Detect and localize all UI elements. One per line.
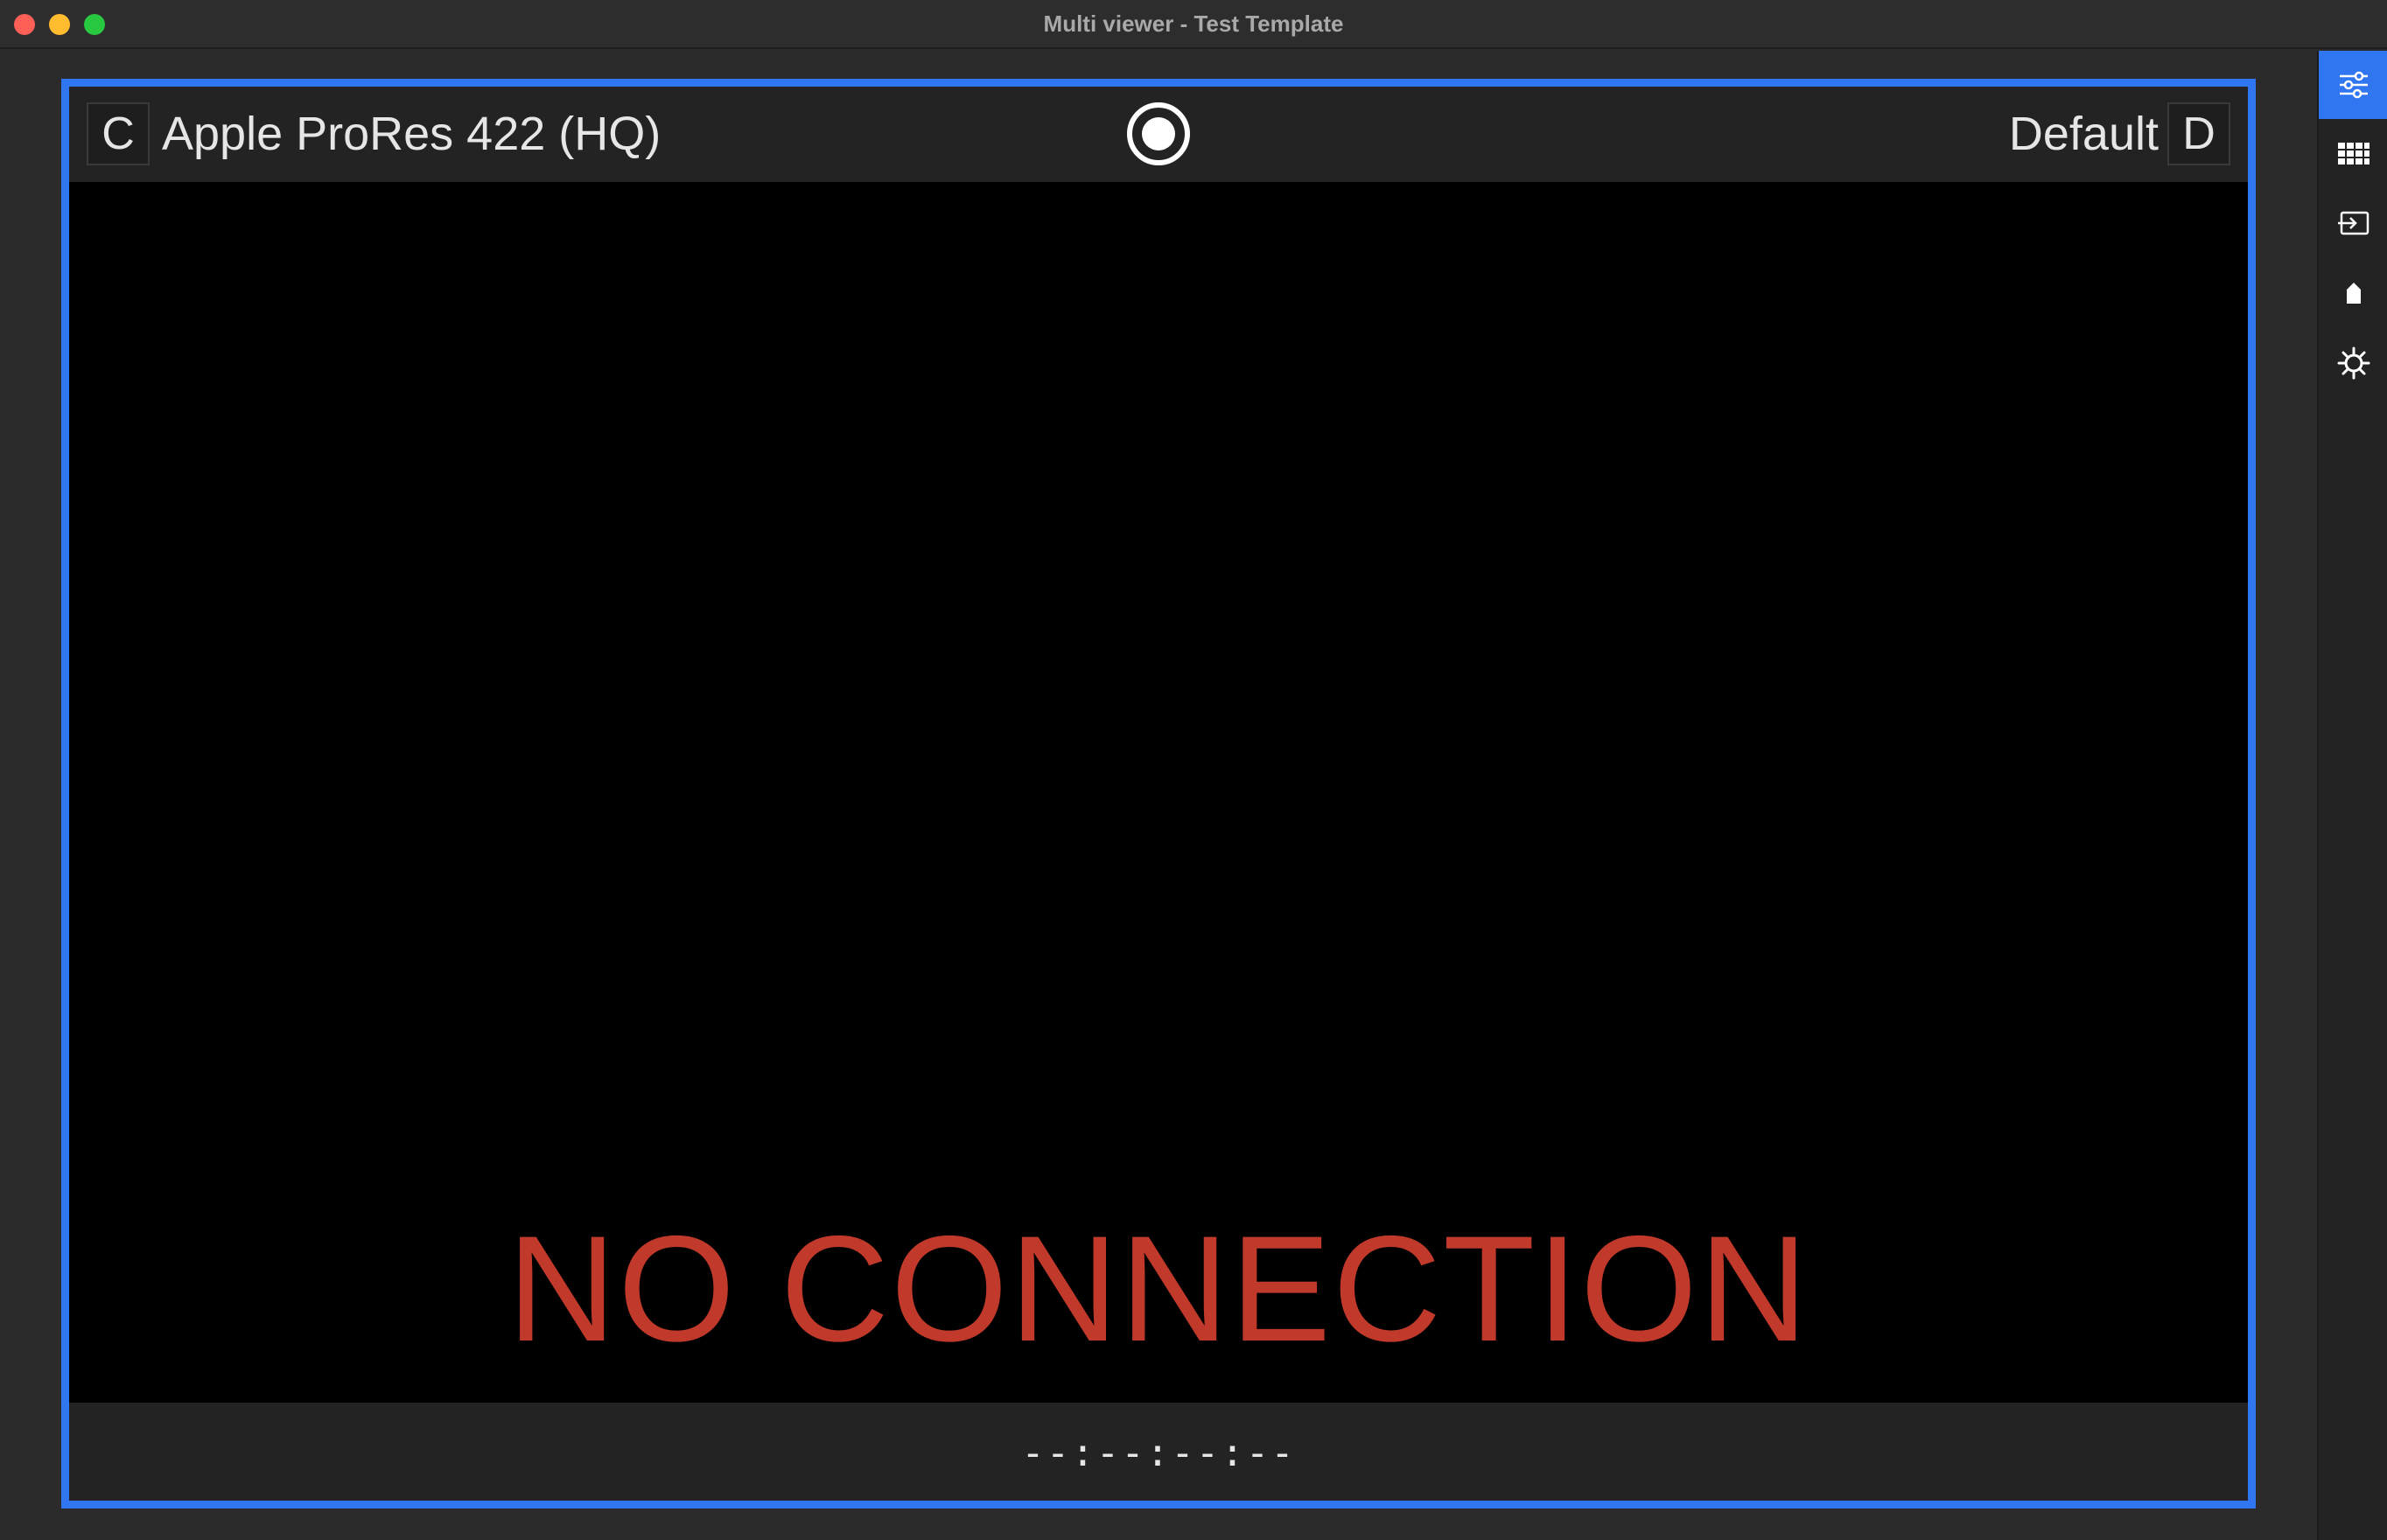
viewer-footer: --:--:--:--: [69, 1403, 2248, 1501]
sidebar-item-input[interactable]: [2319, 189, 2387, 257]
sidebar-item-settings[interactable]: [2319, 329, 2387, 397]
tag-icon: [2347, 283, 2361, 304]
channel-c-button[interactable]: C: [87, 102, 150, 165]
sidebar-item-tag[interactable]: [2319, 259, 2387, 327]
codec-label: Apple ProRes 422 (HQ): [162, 108, 662, 160]
sidebar-item-adjustments[interactable]: [2319, 51, 2387, 119]
record-icon: [1142, 117, 1175, 150]
connection-status: NO CONNECTION: [508, 1205, 1810, 1373]
channel-d-button[interactable]: D: [2167, 102, 2230, 165]
record-button[interactable]: [1127, 102, 1190, 165]
viewer-panel[interactable]: C Apple ProRes 422 (HQ) Default D NO CON…: [61, 79, 2256, 1508]
right-sidebar: [2317, 51, 2387, 1540]
video-display: NO CONNECTION: [69, 182, 2248, 1403]
title-bar: Multi viewer - Test Template: [0, 0, 2387, 49]
preset-label: Default: [2008, 108, 2159, 160]
main-area: C Apple ProRes 422 (HQ) Default D NO CON…: [0, 51, 2317, 1540]
sliders-icon: [2340, 71, 2368, 99]
grid-icon: [2338, 143, 2370, 164]
sidebar-item-grid[interactable]: [2319, 119, 2387, 187]
window-title: Multi viewer - Test Template: [1043, 10, 1344, 37]
viewer-header: C Apple ProRes 422 (HQ) Default D: [69, 87, 2248, 182]
timecode: --:--:--:--: [1021, 1431, 1296, 1475]
gear-icon: [2337, 346, 2370, 380]
input-icon: [2338, 211, 2370, 235]
